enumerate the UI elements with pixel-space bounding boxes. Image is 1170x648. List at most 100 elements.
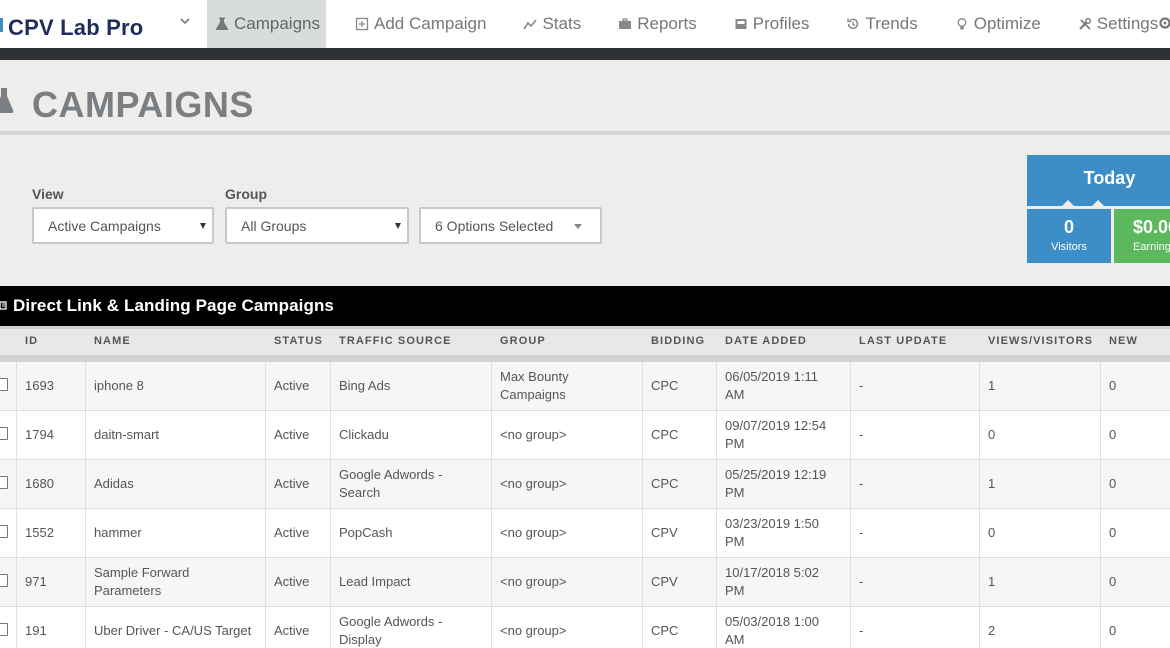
cell-last-update: - xyxy=(850,558,979,606)
row-checkbox[interactable] xyxy=(0,525,8,538)
cell-traffic-source: Bing Ads xyxy=(330,362,491,410)
top-navbar: CPV Lab Pro Campaigns Add Campaign Stats… xyxy=(0,0,1170,48)
campaigns-section-header[interactable]: Direct Link & Landing Page Campaigns xyxy=(0,286,1170,326)
cell-traffic-source: Clickadu xyxy=(330,411,491,459)
cell-status: Active xyxy=(265,362,330,410)
column-header-new[interactable]: NEW xyxy=(1109,335,1138,347)
table-row[interactable]: 1680 Adidas Active Google Adwords - Sear… xyxy=(0,460,1170,509)
dropdown-arrow-icon xyxy=(200,223,206,229)
cell-bidding: CPV xyxy=(642,509,716,557)
table-row[interactable]: 1552 hammer Active PopCash <no group> CP… xyxy=(0,509,1170,558)
cell-traffic-source: Google Adwords - Display xyxy=(330,607,491,648)
cell-last-update: - xyxy=(850,362,979,410)
row-checkbox[interactable] xyxy=(0,378,8,391)
cell-status: Active xyxy=(265,558,330,606)
column-header-name[interactable]: NAME xyxy=(94,335,131,347)
cell-views-visitors: 0 xyxy=(979,509,1100,557)
chevron-down-icon[interactable] xyxy=(178,14,192,28)
visitors-label: Visitors xyxy=(1051,241,1087,253)
nav-trends-label: Trends xyxy=(865,14,918,33)
column-header-id[interactable]: ID xyxy=(25,335,38,347)
cell-name[interactable]: iphone 8 xyxy=(85,362,265,410)
cell-views-visitors: 1 xyxy=(979,362,1100,410)
row-checkbox[interactable] xyxy=(0,476,8,489)
cell-name[interactable]: Uber Driver - CA/US Target xyxy=(85,607,265,648)
cell-last-update: - xyxy=(850,460,979,508)
row-checkbox[interactable] xyxy=(0,427,8,440)
page-title: CAMPAIGNS xyxy=(32,84,254,125)
group-select-value: All Groups xyxy=(241,217,307,234)
cell-new: 0 xyxy=(1100,460,1170,508)
cell-name[interactable]: hammer xyxy=(85,509,265,557)
history-icon xyxy=(847,18,859,30)
nav-campaigns[interactable]: Campaigns xyxy=(207,0,326,48)
cell-views-visitors: 1 xyxy=(979,558,1100,606)
nav-reports[interactable]: Reports xyxy=(610,0,708,48)
nav-stats[interactable]: Stats xyxy=(515,0,592,48)
view-filter-label: View xyxy=(32,186,64,202)
row-checkbox[interactable] xyxy=(0,623,8,636)
group-select[interactable]: All Groups xyxy=(225,207,409,244)
lightbulb-icon xyxy=(957,18,967,30)
caret-down-icon xyxy=(574,224,582,229)
page-header: CAMPAIGNS xyxy=(0,60,1170,132)
earnings-label: Earnings xyxy=(1133,241,1170,253)
column-header-views-visitors[interactable]: VIEWS/VISITORS xyxy=(988,335,1093,347)
cell-status: Active xyxy=(265,509,330,557)
nav-add-campaign[interactable]: Add Campaign xyxy=(347,0,497,48)
column-header-traffic-source[interactable]: TRAFFIC SOURCE xyxy=(339,335,452,347)
table-row[interactable]: 1794 daitn-smart Active Clickadu <no gro… xyxy=(0,411,1170,460)
group-filter-label: Group xyxy=(225,186,267,202)
gear-icon[interactable] xyxy=(1158,16,1170,30)
cell-views-visitors: 0 xyxy=(979,411,1100,459)
cell-name[interactable]: daitn-smart xyxy=(85,411,265,459)
inbox-icon xyxy=(735,19,747,29)
nav-optimize[interactable]: Optimize xyxy=(947,0,1052,48)
nav-profiles[interactable]: Profiles xyxy=(726,0,821,48)
column-header-last-update[interactable]: LAST UPDATE xyxy=(859,335,947,347)
campaigns-table-body: 1693 iphone 8 Active Bing Ads Max Bounty… xyxy=(0,362,1170,648)
cell-last-update: - xyxy=(850,509,979,557)
nav-settings-label: Settings xyxy=(1096,14,1159,33)
cell-date-added: 05/25/2019 12:19 PM xyxy=(716,460,850,508)
cell-id: 1794 xyxy=(16,411,85,459)
table-row[interactable]: 191 Uber Driver - CA/US Target Active Go… xyxy=(0,607,1170,648)
cell-traffic-source: Lead Impact xyxy=(330,558,491,606)
cell-new: 0 xyxy=(1100,509,1170,557)
nav-add-campaign-label: Add Campaign xyxy=(374,14,487,33)
brand-logo[interactable]: CPV Lab Pro xyxy=(0,0,143,48)
options-multiselect[interactable]: 6 Options Selected xyxy=(419,207,602,244)
cell-status: Active xyxy=(265,460,330,508)
cell-name[interactable]: Adidas xyxy=(85,460,265,508)
cell-name[interactable]: Sample Forward Parameters xyxy=(85,558,265,606)
briefcase-icon xyxy=(619,18,632,29)
notch-marker xyxy=(1062,200,1074,206)
nav-stats-label: Stats xyxy=(542,14,582,33)
row-checkbox[interactable] xyxy=(0,574,8,587)
cell-id: 1680 xyxy=(16,460,85,508)
cell-status: Active xyxy=(265,411,330,459)
earnings-stat: $0.00 Earnings xyxy=(1114,209,1170,263)
table-row[interactable]: 971 Sample Forward Parameters Active Lea… xyxy=(0,558,1170,607)
today-title: Today xyxy=(1083,168,1136,188)
today-header: Today xyxy=(1027,155,1170,206)
column-header-bidding[interactable]: BIDDING xyxy=(651,335,705,347)
flask-icon xyxy=(0,88,14,113)
cell-new: 0 xyxy=(1100,558,1170,606)
options-multiselect-value: 6 Options Selected xyxy=(435,217,554,234)
table-row[interactable]: 1693 iphone 8 Active Bing Ads Max Bounty… xyxy=(0,362,1170,411)
nav-trends[interactable]: Trends xyxy=(838,0,928,48)
table-header-divider xyxy=(0,355,1170,362)
cell-views-visitors: 2 xyxy=(979,607,1100,648)
cell-id: 191 xyxy=(16,607,85,648)
column-header-status[interactable]: STATUS xyxy=(274,335,323,347)
nav-settings[interactable]: Settings xyxy=(1070,0,1169,48)
visitors-stat: 0 Visitors xyxy=(1027,209,1111,263)
column-header-group[interactable]: GROUP xyxy=(500,335,546,347)
view-select-value: Active Campaigns xyxy=(48,217,161,234)
cell-date-added: 05/03/2018 1:00 AM xyxy=(716,607,850,648)
column-header-date-added[interactable]: DATE ADDED xyxy=(725,335,807,347)
view-select[interactable]: Active Campaigns xyxy=(32,207,214,244)
cell-id: 971 xyxy=(16,558,85,606)
cell-date-added: 09/07/2019 12:54 PM xyxy=(716,411,850,459)
